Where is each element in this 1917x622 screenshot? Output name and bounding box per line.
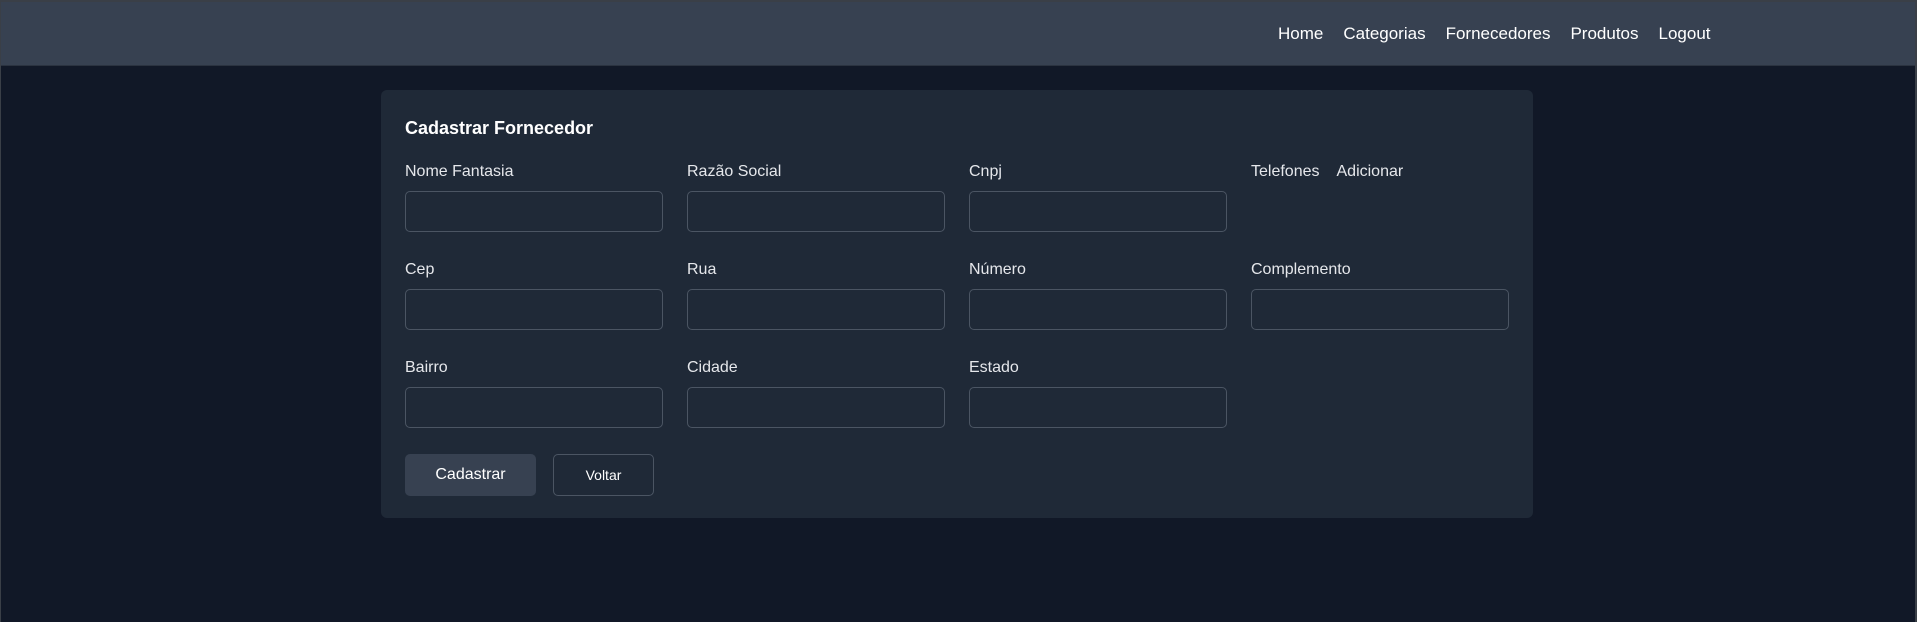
estado-input[interactable] — [969, 387, 1227, 428]
app-window: Home Categorias Fornecedores Produtos Lo… — [0, 0, 1917, 622]
bairro-label: Bairro — [405, 359, 448, 376]
complemento-label: Complemento — [1251, 261, 1351, 278]
nome-fantasia-group: Nome Fantasia — [405, 162, 663, 232]
cnpj-input[interactable] — [969, 191, 1227, 232]
cadastrar-button[interactable]: Cadastrar — [405, 454, 536, 496]
complemento-group: Complemento — [1251, 260, 1509, 330]
rua-input[interactable] — [687, 289, 945, 330]
numero-input[interactable] — [969, 289, 1227, 330]
razao-social-label: Razão Social — [687, 163, 782, 180]
nome-fantasia-input[interactable] — [405, 191, 663, 232]
numero-label: Número — [969, 261, 1026, 278]
nav-categorias-link[interactable]: Categorias — [1343, 24, 1425, 44]
telefones-label: Telefones — [1251, 163, 1320, 180]
form-title: Cadastrar Fornecedor — [405, 118, 594, 138]
rua-label: Rua — [687, 261, 717, 278]
cidade-group: Cidade — [687, 358, 945, 428]
nav-fornecedores-link[interactable]: Fornecedores — [1446, 24, 1551, 44]
nav-produtos-link[interactable]: Produtos — [1570, 24, 1638, 44]
rua-group: Rua — [687, 260, 945, 330]
telefones-group: Telefones Adicionar — [1251, 162, 1403, 182]
bairro-group: Bairro — [405, 358, 663, 428]
cnpj-label: Cnpj — [969, 163, 1002, 180]
bairro-input[interactable] — [405, 387, 663, 428]
nav-home-link[interactable]: Home — [1278, 24, 1323, 44]
numero-group: Número — [969, 260, 1227, 330]
razao-social-group: Razão Social — [687, 162, 945, 232]
razao-social-input[interactable] — [687, 191, 945, 232]
voltar-button[interactable]: Voltar — [553, 454, 654, 496]
nav-logout-link[interactable]: Logout — [1659, 24, 1711, 44]
cnpj-group: Cnpj — [969, 162, 1227, 232]
cidade-input[interactable] — [687, 387, 945, 428]
add-telefone-button[interactable]: Adicionar — [1337, 162, 1404, 182]
cep-group: Cep — [405, 260, 663, 330]
nav-links: Home Categorias Fornecedores Produtos Lo… — [1278, 24, 1711, 44]
complemento-input[interactable] — [1251, 289, 1509, 330]
nome-fantasia-label: Nome Fantasia — [405, 163, 514, 180]
cep-input[interactable] — [405, 289, 663, 330]
supplier-form-card: Cadastrar Fornecedor Nome Fantasia Razão… — [381, 90, 1533, 518]
top-navbar: Home Categorias Fornecedores Produtos Lo… — [1, 2, 1915, 66]
estado-group: Estado — [969, 358, 1227, 428]
cep-label: Cep — [405, 261, 435, 278]
cidade-label: Cidade — [687, 359, 738, 376]
estado-label: Estado — [969, 359, 1019, 376]
telefones-header: Telefones Adicionar — [1251, 162, 1403, 182]
